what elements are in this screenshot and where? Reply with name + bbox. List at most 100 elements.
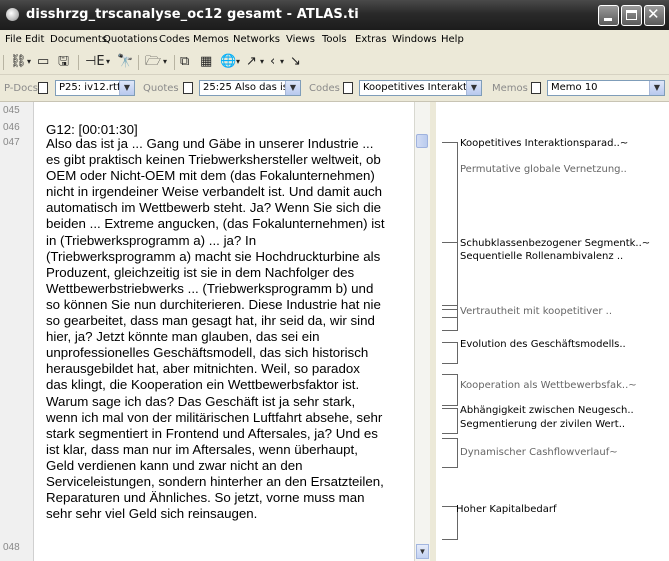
pen-tool-icon[interactable]: ↗ — [246, 54, 257, 70]
dropdown-arrow-icon[interactable]: ▾ — [27, 54, 31, 70]
chevron-down-icon[interactable]: ▼ — [119, 81, 134, 95]
text-line[interactable]: sehr sehr viel Geld sich reinsaugen. — [46, 506, 414, 522]
text-line[interactable]: so gearbeitet, dass man gesagt hat, ihr … — [46, 313, 414, 329]
quotation-bracket[interactable] — [442, 408, 458, 434]
line-number: 045 — [3, 105, 20, 116]
margin-code[interactable]: Hoher Kapitalbedarf — [456, 504, 557, 515]
menu-memos[interactable]: Memos — [193, 34, 229, 45]
chevron-down-icon[interactable]: ▼ — [466, 81, 481, 95]
globe-icon[interactable]: 🌐 — [220, 54, 236, 70]
menu-help[interactable]: Help — [441, 34, 464, 45]
text-line[interactable]: Produzent, gleichzeitig ist sie in dem N… — [46, 265, 414, 281]
scrollbar-thumb[interactable] — [416, 134, 428, 148]
quotes-select[interactable]: 25:25 Also das ist ▼ — [199, 80, 301, 96]
dropdown-arrow-icon[interactable]: ▾ — [163, 54, 167, 70]
menu-quotations[interactable]: Quotations — [103, 34, 158, 45]
document-text-area[interactable]: G12: [00:01:30] Also das ist ja ... Gang… — [34, 102, 414, 561]
text-line[interactable]: Wettbewerbstriebwerks ... (Triebwerkspro… — [46, 281, 414, 297]
text-line[interactable]: nicht in irgendeiner Weise verbandelt is… — [46, 184, 414, 200]
text-line[interactable]: stark segmentiert in Frontend und Afters… — [46, 426, 414, 442]
dropdown-arrow-icon[interactable]: ▾ — [280, 54, 284, 70]
quotation-bracket[interactable] — [442, 309, 458, 331]
dropdown-arrow-icon[interactable]: ▾ — [106, 54, 110, 70]
margin-code[interactable]: Sequentielle Rollenambivalenz .. — [460, 251, 623, 262]
text-line[interactable]: automatisch im Wettbewerb steht. Ja? Wen… — [46, 200, 414, 216]
chevron-down-icon[interactable]: ▼ — [285, 81, 300, 95]
text-line[interactable]: es gibt praktisch keinen Triebwerksherst… — [46, 152, 414, 168]
back-icon[interactable]: ‹ — [270, 54, 275, 70]
text-line[interactable]: das klingt, die Kooperation ein Wettbewe… — [46, 377, 414, 393]
text-line[interactable]: hier, ja? Jetzt könnte man glauben, das … — [46, 329, 414, 345]
margin-code[interactable]: Kooperation als Wettbewerbsfak..~ — [460, 380, 637, 391]
codes-select[interactable]: Koopetitives Interaktio ▼ — [359, 80, 482, 96]
pdocs-select[interactable]: P25: iv12.rtf ▼ — [55, 80, 135, 96]
speaker-timestamp[interactable]: G12: [00:01:30] — [46, 122, 138, 137]
quotation-bracket[interactable] — [442, 242, 458, 306]
title-bar[interactable]: disshrzg_trscanalyse_oc12 gesamt - ATLAS… — [0, 0, 669, 30]
code-tool-icon[interactable]: ⊣Ε — [85, 54, 105, 70]
line-number: 047 — [3, 137, 20, 148]
text-line[interactable]: ist klar, dass man nur im Aftersales, we… — [46, 442, 414, 458]
menu-tools[interactable]: Tools — [322, 34, 347, 45]
text-line[interactable]: Reparaturen und Ähnliches. So jetzt, vor… — [46, 490, 414, 506]
document-scrollbar[interactable]: ▼ — [414, 102, 430, 561]
close-button[interactable]: ✕ — [644, 5, 665, 26]
codes-list-icon[interactable] — [343, 82, 353, 94]
text-line[interactable]: herausgebildet hat, aber mitnichten. Wei… — [46, 361, 414, 377]
scroll-down-button[interactable]: ▼ — [416, 544, 429, 559]
open-folder-icon[interactable]: 🗁 — [145, 54, 161, 70]
quotation-bracket[interactable] — [442, 438, 458, 468]
text-line[interactable]: so können Sie nun durchiterieren. Diese … — [46, 297, 414, 313]
maximize-button[interactable] — [621, 5, 642, 26]
menu-networks[interactable]: Networks — [233, 34, 280, 45]
text-line[interactable]: beiden ... Extreme angucken, (das Fokalu… — [46, 216, 414, 232]
text-line[interactable]: Warum sage ich das? Das Geschäft ist ja … — [46, 394, 414, 410]
text-line[interactable]: wenn ich mal von der militärischen Luftf… — [46, 410, 414, 426]
text-line[interactable]: Serviceleistungen, sondern hinterher an … — [46, 474, 414, 490]
network-tree-icon[interactable]: ⛓ — [10, 54, 27, 70]
dropdown-arrow-icon[interactable]: ▾ — [236, 54, 240, 70]
menu-views[interactable]: Views — [286, 34, 315, 45]
text-line[interactable]: Geld verdienen kann und zwar nicht an de… — [46, 458, 414, 474]
menu-windows[interactable]: Windows — [392, 34, 437, 45]
menu-documents[interactable]: Documents — [50, 34, 107, 45]
text-line[interactable]: OEM oder Nicht-OEM mit dem (das Fokalunt… — [46, 168, 414, 184]
margin-code[interactable]: Abhängigkeit zwischen Neugesch.. — [460, 405, 634, 416]
menu-edit[interactable]: Edit — [25, 34, 44, 45]
quotation-bracket[interactable] — [442, 374, 458, 406]
text-line[interactable]: (Triebwerksprogramm a) macht sie Hochdru… — [46, 249, 414, 265]
forward-arrow-icon[interactable]: ↘ — [290, 54, 301, 70]
text-line[interactable]: Also das ist ja ... Gang und Gäbe in uns… — [46, 136, 414, 152]
atlas-app-icon[interactable] — [6, 8, 19, 21]
menu-file[interactable]: File — [5, 34, 22, 45]
document-body[interactable]: Also das ist ja ... Gang und Gäbe in uns… — [46, 136, 414, 522]
table-icon[interactable]: ▦ — [200, 54, 212, 70]
margin-code[interactable]: Segmentierung der zivilen Wert.. — [460, 419, 625, 430]
close-icon: ✕ — [647, 5, 660, 23]
margin-code[interactable]: Schubklassenbezogener Segmentk..~ — [460, 238, 650, 249]
dropdown-arrow-icon[interactable]: ▾ — [260, 54, 264, 70]
text-line[interactable]: in (Triebwerksprogramm a) ... ja? In — [46, 233, 414, 249]
margin-code[interactable]: Koopetitives Interaktionsparad..~ — [460, 138, 628, 149]
quotes-list-icon[interactable] — [183, 82, 193, 94]
save-icon[interactable]: 🖫 — [58, 54, 69, 70]
binoculars-icon[interactable]: 🔭 — [117, 54, 133, 70]
menu-extras[interactable]: Extras — [355, 34, 387, 45]
minimize-icon — [604, 18, 612, 21]
margin-area[interactable]: Koopetitives Interaktionsparad..~ Permut… — [436, 102, 669, 561]
margin-code[interactable]: Dynamischer Cashflowverlauf~ — [460, 447, 618, 458]
memos-list-icon[interactable] — [531, 82, 541, 94]
quotation-bracket[interactable] — [442, 342, 458, 364]
minimize-button[interactable] — [598, 5, 619, 26]
text-line[interactable]: unprofessionelles Geschäftsmodell, das s… — [46, 345, 414, 361]
memos-select[interactable]: Memo 10 ▼ — [547, 80, 665, 96]
margin-code[interactable]: Evolution des Geschäftsmodells.. — [460, 339, 626, 350]
codes-value: Koopetitives Interaktio — [363, 82, 476, 93]
chevron-down-icon[interactable]: ▼ — [649, 81, 664, 95]
margin-code[interactable]: Vertrautheit mit koopetitiver .. — [460, 306, 612, 317]
margin-code[interactable]: Permutative globale Vernetzung.. — [460, 164, 627, 175]
window-icon[interactable]: ▭ — [37, 54, 49, 70]
pdocs-list-icon[interactable] — [38, 82, 48, 94]
copy-icon[interactable]: ⧉ — [180, 54, 189, 70]
menu-codes[interactable]: Codes — [159, 34, 190, 45]
